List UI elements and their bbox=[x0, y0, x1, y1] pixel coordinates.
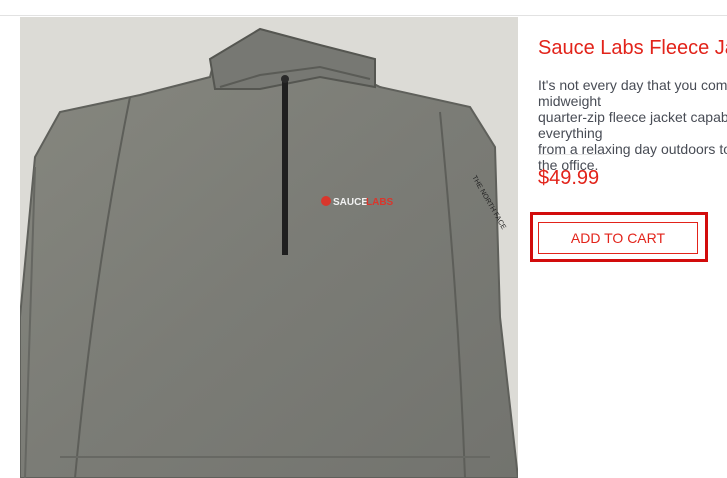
product-image: SAUCE LABS THE NORTH FACE bbox=[20, 17, 518, 478]
product-name: Sauce Labs Fleece Jacket bbox=[538, 37, 727, 59]
sauce-logo-icon bbox=[321, 196, 331, 206]
price-divider bbox=[538, 154, 604, 155]
header-divider bbox=[0, 15, 727, 16]
product-detail-page: SAUCE LABS THE NORTH FACE Sauce Labs Fle… bbox=[0, 0, 727, 478]
jacket-logo-right: LABS bbox=[366, 197, 394, 208]
add-to-cart-button[interactable]: ADD TO CART bbox=[538, 222, 698, 254]
fleece-jacket-image: SAUCE LABS THE NORTH FACE bbox=[20, 17, 518, 478]
jacket-logo-left: SAUCE bbox=[333, 197, 368, 208]
product-description: It's not every day that you come across … bbox=[538, 77, 727, 173]
product-price: $49.99 bbox=[538, 167, 600, 189]
